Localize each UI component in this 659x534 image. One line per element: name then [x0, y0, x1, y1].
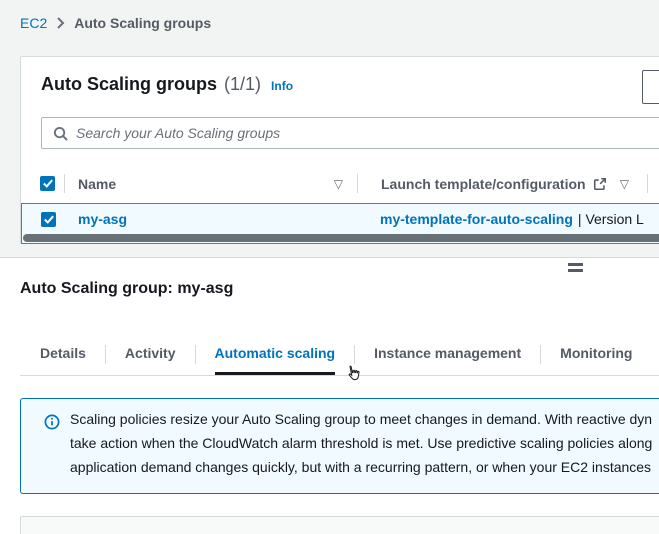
search-box — [41, 117, 659, 149]
tab-divider — [195, 345, 196, 364]
alert-text: Scaling policies resize your Auto Scalin… — [70, 407, 652, 479]
horizontal-scrollbar[interactable] — [23, 234, 659, 242]
tabs-bottom-border — [20, 375, 659, 376]
row-select-cell — [22, 204, 65, 234]
table-count: (1/1) — [224, 74, 261, 95]
row-name-cell: my-asg — [65, 204, 357, 234]
aws-console-page: EC2 Auto Scaling groups Auto Scaling gro… — [0, 0, 659, 534]
breadcrumb-current: Auto Scaling groups — [74, 15, 211, 31]
tab-details[interactable]: Details — [40, 333, 86, 375]
tab-instance-management[interactable]: Instance management — [374, 333, 521, 375]
tab-monitoring[interactable]: Monitoring — [560, 333, 632, 375]
column-label: Launch template/configuration — [381, 176, 586, 192]
tabs: Details Activity Automatic scaling Insta… — [20, 333, 651, 375]
column-header-launch-template[interactable]: Launch template/configuration ▽ — [358, 176, 647, 192]
info-alert: Scaling policies resize your Auto Scalin… — [20, 398, 659, 494]
launch-template-link[interactable]: my-template-for-auto-scaling — [380, 211, 573, 227]
launch-template-version: | Version L — [578, 211, 644, 227]
row-launch-template-cell: my-template-for-auto-scaling | Version L — [357, 204, 659, 234]
split-panel: Auto Scaling group: my-asg Details Activ… — [0, 258, 659, 534]
row-checkbox[interactable] — [41, 212, 56, 227]
search-icon — [53, 126, 68, 141]
asg-table-card: Auto Scaling groups (1/1) Info — [20, 56, 659, 244]
column-divider — [647, 174, 648, 193]
info-link[interactable]: Info — [271, 79, 293, 93]
column-label: Name — [78, 176, 116, 192]
drag-handle-bar — [568, 269, 583, 272]
chevron-right-icon — [56, 17, 65, 29]
info-icon — [44, 414, 60, 435]
alert-line: Scaling policies resize your Auto Scalin… — [70, 407, 652, 431]
alert-line: take action when the CloudWatch alarm th… — [70, 431, 652, 455]
tab-divider — [540, 345, 541, 364]
check-icon — [44, 215, 54, 224]
sort-icon[interactable]: ▽ — [334, 177, 343, 191]
split-panel-drag-handle[interactable] — [568, 263, 583, 275]
column-header-name[interactable]: Name ▽ — [65, 176, 357, 192]
select-all-cell — [21, 176, 64, 191]
search-input[interactable] — [76, 125, 659, 141]
check-icon — [43, 179, 53, 188]
table-title: Auto Scaling groups — [41, 74, 217, 95]
asg-name-link[interactable]: my-asg — [78, 211, 127, 227]
scaling-policies-card — [20, 516, 659, 534]
breadcrumb-link-ec2[interactable]: EC2 — [20, 15, 47, 31]
sort-icon[interactable]: ▽ — [620, 177, 629, 191]
breadcrumb: EC2 Auto Scaling groups — [20, 15, 211, 31]
refresh-button[interactable] — [642, 70, 659, 104]
alert-line: application demand changes quickly, but … — [70, 455, 652, 479]
tab-activity[interactable]: Activity — [125, 333, 176, 375]
external-link-icon — [593, 177, 607, 191]
drag-handle-bar — [568, 263, 583, 266]
table-header-row: Name ▽ Launch template/configuration ▽ — [21, 164, 659, 203]
table-card-header: Auto Scaling groups (1/1) Info — [41, 74, 293, 95]
split-panel-title: Auto Scaling group: my-asg — [20, 280, 233, 298]
tab-automatic-scaling[interactable]: Automatic scaling — [215, 333, 336, 375]
tab-divider — [105, 345, 106, 364]
tab-divider — [354, 345, 355, 364]
select-all-checkbox[interactable] — [40, 176, 55, 191]
top-section: EC2 Auto Scaling groups Auto Scaling gro… — [0, 0, 659, 258]
